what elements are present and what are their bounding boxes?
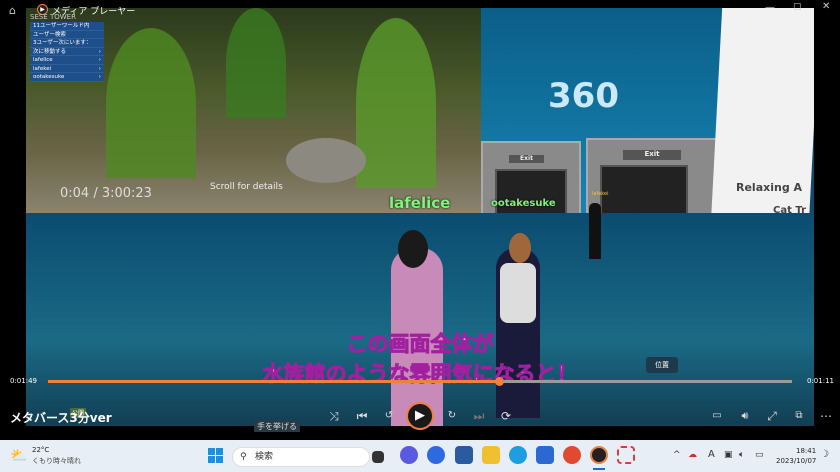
skip-forward-30-icon[interactable]: ↻ — [443, 408, 461, 424]
zoom-icon[interactable] — [427, 446, 445, 464]
menu-item: ユーザー検索 — [30, 31, 104, 39]
minimize-button[interactable]: — — [765, 2, 775, 13]
weather-icon: ⛅ — [10, 448, 28, 464]
network-icon[interactable]: ▣ — [724, 450, 733, 460]
embedded-time: 0:04 / 3:00:23 — [60, 186, 152, 201]
clock-time[interactable]: 18:41 — [796, 447, 816, 455]
snipping-tool-icon[interactable] — [617, 446, 635, 464]
menu-item: lafelice › — [30, 56, 104, 65]
volume-tray-icon[interactable]: 🔈︎ — [739, 450, 744, 460]
start-button[interactable] — [208, 448, 223, 463]
maximize-button[interactable]: ▢ — [793, 2, 802, 12]
avatar-name-tag: lafekei — [592, 191, 609, 197]
next-icon[interactable]: ⏭ — [470, 408, 488, 424]
media-title: メタバース3分ver — [10, 411, 112, 425]
seek-bar[interactable] — [48, 377, 792, 386]
overlay-menu-header: SESE TOWER — [30, 13, 76, 21]
seek-thumb[interactable] — [494, 377, 504, 386]
battery-icon[interactable]: ▭ — [755, 450, 764, 460]
subtitle-line-1: この画面全体が — [346, 332, 494, 357]
overlay-user-menu: 11ユーザーワールド内 ユーザー検索 3ユーザー次にいます： 次に移動する › l… — [30, 22, 104, 82]
search-icon: ⚲ — [240, 452, 247, 462]
shuffle-icon[interactable]: ⤨ — [325, 408, 343, 424]
search-placeholder: 検索 — [255, 452, 274, 462]
home-icon[interactable]: ⌂ — [9, 4, 16, 17]
volume-icon[interactable]: 🔊︎ — [736, 408, 754, 424]
menu-item: 3ユーザー次にいます： — [30, 39, 104, 48]
previous-icon[interactable]: ⏮ — [353, 408, 371, 424]
raise-hand-label: 手を挙げる — [254, 421, 300, 432]
mini-player-icon[interactable]: ⧉ — [790, 408, 808, 424]
active-indicator — [593, 468, 605, 470]
ime-indicator[interactable]: A — [708, 449, 715, 460]
media-player-taskbar-icon[interactable] — [590, 446, 608, 464]
edge-icon[interactable] — [509, 446, 527, 464]
file-explorer-icon[interactable] — [482, 446, 500, 464]
captions-icon[interactable]: ▭ — [708, 408, 726, 424]
weather-temp[interactable]: 22°C — [32, 446, 49, 454]
weather-desc[interactable]: くもり時々晴れ — [32, 456, 81, 466]
sign-360: 360 — [548, 76, 619, 116]
exit-sign: Exit — [509, 155, 544, 163]
seek-progress — [48, 380, 499, 383]
remaining-time: 0:01:11 — [807, 377, 834, 385]
chrome-icon[interactable] — [563, 446, 581, 464]
menu-item: lafekei › — [30, 65, 104, 73]
menu-item: ootakesuke › — [30, 73, 104, 82]
repeat-icon[interactable]: ⟳ — [497, 408, 515, 424]
elapsed-time: 0:01:49 — [10, 377, 37, 385]
avatar-name-tag: lafelice — [389, 194, 451, 212]
close-button[interactable]: ✕ — [822, 1, 830, 12]
taskbar-search[interactable]: ⚲ 検索 — [232, 447, 370, 467]
teams-chat-icon[interactable] — [400, 446, 418, 464]
store-icon[interactable] — [455, 446, 473, 464]
chevron-up-icon[interactable]: ^ — [673, 450, 681, 460]
onedrive-icon[interactable]: ☁ — [688, 450, 697, 460]
exit-sign: Exit — [623, 150, 681, 160]
fullscreen-icon[interactable]: ⤢ — [763, 408, 781, 424]
avatar-name-tag: ootakesuke — [491, 198, 556, 209]
skip-back-10-icon[interactable]: ↺ — [380, 408, 398, 424]
scroll-hint: Scroll for details — [210, 182, 283, 192]
panel-title: Relaxing A — [736, 181, 803, 194]
app-icon[interactable] — [536, 446, 554, 464]
notifications-icon[interactable]: ☽ — [820, 449, 829, 460]
more-icon[interactable]: ⋯ — [817, 408, 835, 424]
menu-item: 11ユーザーワールド内 — [30, 22, 104, 31]
avatar — [589, 203, 601, 259]
play-button[interactable]: ▶ — [406, 402, 434, 430]
task-view-icon[interactable] — [372, 451, 384, 463]
menu-item: 次に移動する › — [30, 48, 104, 56]
clock-date[interactable]: 2023/10/07 — [776, 457, 816, 465]
